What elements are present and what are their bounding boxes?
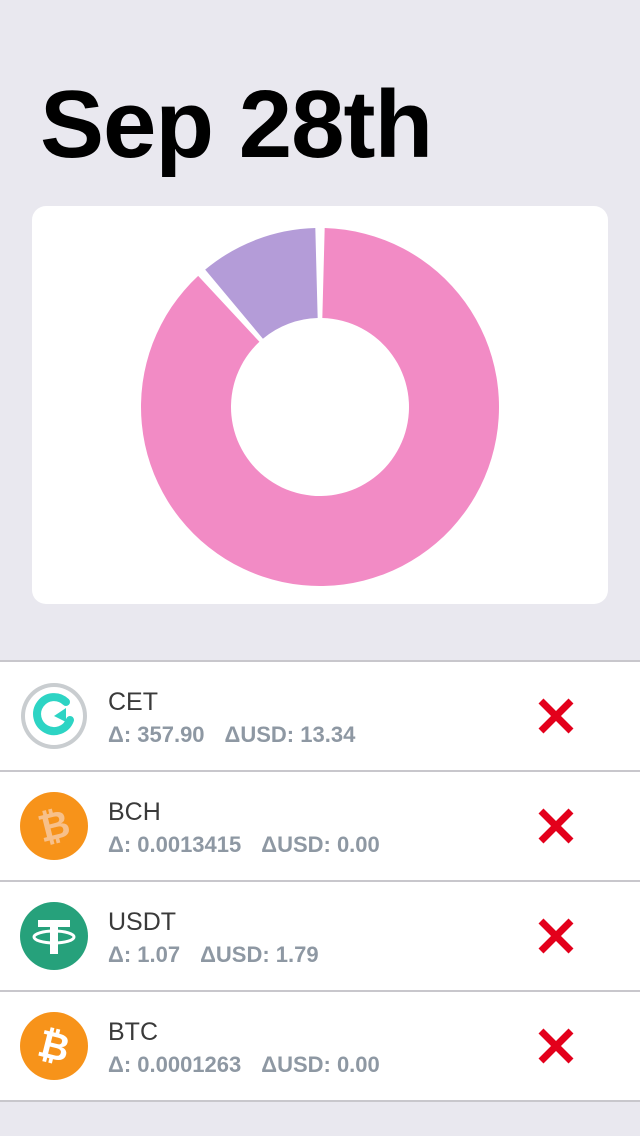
chart-card <box>32 206 608 604</box>
remove-button[interactable] <box>536 916 576 956</box>
donut-slice <box>141 228 499 586</box>
list-item[interactable]: ₿ BCH Δ: 0.0013415 ΔUSD: 0.00 <box>0 772 640 882</box>
coin-symbol: CET <box>108 688 158 716</box>
list-item[interactable]: ₿ BTC Δ: 0.0001263 ΔUSD: 0.00 <box>0 992 640 1102</box>
delta-usd: ΔUSD: 0.00 <box>261 832 380 857</box>
coin-delta: Δ: 0.0001263 ΔUSD: 0.00 <box>108 1052 380 1078</box>
bitcoin-cash-icon: ₿ <box>20 792 88 860</box>
delta-amount: Δ: 0.0001263 <box>108 1052 242 1077</box>
coin-symbol: USDT <box>108 908 177 936</box>
delta-amount: Δ: 357.90 <box>108 722 205 747</box>
delta-amount: Δ: 1.07 <box>108 942 181 967</box>
bitcoin-icon: ₿ <box>20 1012 88 1080</box>
coin-symbol: BCH <box>108 798 161 826</box>
delta-amount: Δ: 0.0013415 <box>108 832 242 857</box>
list-item[interactable]: CET Δ: 357.90 ΔUSD: 13.34 <box>0 662 640 772</box>
delta-usd: ΔUSD: 0.00 <box>261 1052 380 1077</box>
coin-delta: Δ: 357.90 ΔUSD: 13.34 <box>108 722 355 748</box>
close-icon <box>538 1028 574 1064</box>
coin-delta: Δ: 0.0013415 ΔUSD: 0.00 <box>108 832 380 858</box>
delta-usd: ΔUSD: 13.34 <box>224 722 356 747</box>
remove-button[interactable] <box>536 696 576 736</box>
close-icon <box>538 698 574 734</box>
donut-chart <box>141 228 499 586</box>
remove-button[interactable] <box>536 806 576 846</box>
close-icon <box>538 918 574 954</box>
list-item[interactable]: USDT Δ: 1.07 ΔUSD: 1.79 <box>0 882 640 992</box>
coin-delta: Δ: 1.07 ΔUSD: 1.79 <box>108 942 319 968</box>
page-title: Sep 28th <box>40 71 433 178</box>
coin-symbol: BTC <box>108 1018 158 1046</box>
coin-list: CET Δ: 357.90 ΔUSD: 13.34 ₿ BCH Δ: 0.0013… <box>0 660 640 1102</box>
remove-button[interactable] <box>536 1026 576 1066</box>
delta-usd: ΔUSD: 1.79 <box>200 942 319 967</box>
coinex-icon <box>20 682 88 750</box>
close-icon <box>538 808 574 844</box>
tether-icon <box>20 902 88 970</box>
